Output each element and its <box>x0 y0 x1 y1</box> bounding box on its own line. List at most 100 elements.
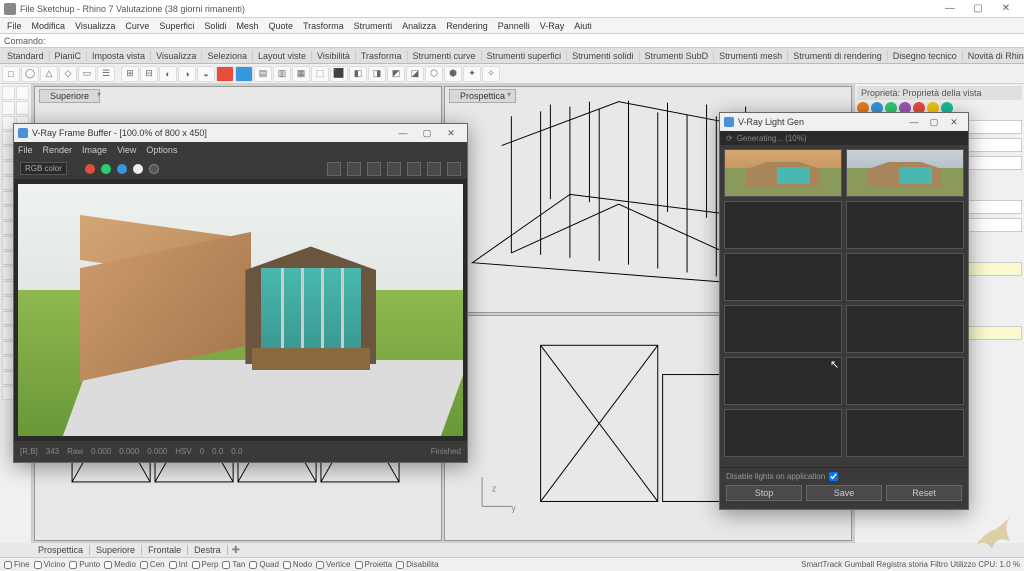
tool-icon[interactable]: ▥ <box>273 66 291 82</box>
menu-analyze[interactable]: Analizza <box>397 21 441 31</box>
tool-icon[interactable]: ☰ <box>97 66 115 82</box>
maximize-button[interactable]: ▢ <box>924 117 944 128</box>
vfb-tool-icon[interactable] <box>367 162 381 176</box>
light-preset-thumb[interactable] <box>846 253 964 301</box>
osnap-vertex[interactable]: Vertice <box>316 560 350 569</box>
vlg-titlebar[interactable]: V-Ray Light Gen — ▢ ✕ <box>720 113 968 131</box>
light-preset-thumb[interactable] <box>724 253 842 301</box>
tab-surfacetools[interactable]: Strumenti superfici <box>482 51 568 61</box>
mono-channel-icon[interactable] <box>149 164 159 174</box>
disable-lights-input[interactable] <box>829 472 838 481</box>
tool-icon[interactable]: ⬡ <box>425 66 443 82</box>
tool-icon[interactable]: ◐ <box>159 66 177 82</box>
vray-light-gen-window[interactable]: V-Ray Light Gen — ▢ ✕ ⟳ Generating... (1… <box>719 112 969 510</box>
tool-icon[interactable]: ⬛ <box>330 66 348 82</box>
tab-visibility[interactable]: Visibilità <box>312 51 356 61</box>
tab-curvetools[interactable]: Strumenti curve <box>408 51 482 61</box>
render-viewport[interactable] <box>14 180 467 440</box>
disable-lights-checkbox[interactable]: Disable lights on application <box>726 472 962 481</box>
viewport-label[interactable]: Superiore <box>39 89 100 103</box>
close-button[interactable]: ✕ <box>992 1 1020 17</box>
tab-select[interactable]: Seleziona <box>202 51 253 61</box>
green-channel-icon[interactable] <box>101 164 111 174</box>
blue-channel-icon[interactable] <box>117 164 127 174</box>
tab-display[interactable]: Visualizza <box>151 51 202 61</box>
maximize-button[interactable]: ▢ <box>415 128 439 139</box>
stop-button[interactable]: Stop <box>726 485 802 501</box>
menu-view[interactable]: Visualizza <box>70 21 120 31</box>
vfb-menu-view[interactable]: View <box>117 145 136 155</box>
channel-select[interactable]: RGB color <box>20 162 67 175</box>
tool-icon[interactable]: ▭ <box>78 66 96 82</box>
tool-icon[interactable]: ◩ <box>387 66 405 82</box>
tool-icon[interactable] <box>16 101 29 115</box>
tool-icon[interactable]: □ <box>2 66 20 82</box>
tool-icon[interactable]: ✦ <box>463 66 481 82</box>
tool-icon[interactable]: ◪ <box>406 66 424 82</box>
osnap-disable[interactable]: Disabilita <box>396 560 438 569</box>
osnap-node[interactable]: Nodo <box>283 560 312 569</box>
tool-icon[interactable]: ◑ <box>178 66 196 82</box>
viewport-tab-top[interactable]: Superiore <box>90 545 142 555</box>
close-button[interactable]: ✕ <box>944 117 964 128</box>
menu-panels[interactable]: Pannelli <box>493 21 535 31</box>
osnap-int[interactable]: Int <box>169 560 188 569</box>
tab-rendertools[interactable]: Strumenti di rendering <box>788 51 888 61</box>
tab-drafting[interactable]: Disegno tecnico <box>888 51 963 61</box>
tool-icon[interactable]: ▦ <box>292 66 310 82</box>
osnap-tan[interactable]: Tan <box>222 560 245 569</box>
chevron-down-icon[interactable]: ▾ <box>97 90 101 99</box>
white-channel-icon[interactable] <box>133 164 143 174</box>
tool-icon[interactable] <box>16 86 29 100</box>
osnap-near[interactable]: Vicino <box>34 560 66 569</box>
menu-help[interactable]: Aiuti <box>569 21 597 31</box>
menu-render[interactable]: Rendering <box>441 21 493 31</box>
tab-standard[interactable]: Standard <box>2 51 50 61</box>
close-button[interactable]: ✕ <box>439 128 463 139</box>
menu-solid[interactable]: Solidi <box>199 21 231 31</box>
vfb-menu-file[interactable]: File <box>18 145 33 155</box>
tool-icon[interactable]: ✧ <box>482 66 500 82</box>
vfb-tool-icon[interactable] <box>447 162 461 176</box>
maximize-button[interactable]: ▢ <box>964 1 992 17</box>
tool-icon[interactable]: ◧ <box>349 66 367 82</box>
vfb-menu-render[interactable]: Render <box>43 145 73 155</box>
tab-layout[interactable]: Layout viste <box>253 51 312 61</box>
red-channel-icon[interactable] <box>85 164 95 174</box>
tab-transform[interactable]: Trasforma <box>356 51 408 61</box>
menu-tools[interactable]: Strumenti <box>349 21 398 31</box>
vfb-tool-icon[interactable] <box>427 162 441 176</box>
viewport-tab-front[interactable]: Frontale <box>142 545 188 555</box>
light-preset-thumb[interactable] <box>846 357 964 405</box>
tool-icon[interactable] <box>235 66 253 82</box>
tab-subdtools[interactable]: Strumenti SubD <box>640 51 715 61</box>
menu-file[interactable]: File <box>2 21 27 31</box>
vfb-tool-icon[interactable] <box>387 162 401 176</box>
osnap-point[interactable]: Punto <box>69 560 100 569</box>
minimize-button[interactable]: — <box>391 128 415 138</box>
tool-icon[interactable]: ⊞ <box>121 66 139 82</box>
tab-setview[interactable]: Imposta vista <box>87 51 151 61</box>
vfb-titlebar[interactable]: V-Ray Frame Buffer - [100.0% of 800 x 45… <box>14 124 467 142</box>
osnap-fine[interactable]: Fine <box>4 560 30 569</box>
menu-edit[interactable]: Modifica <box>27 21 71 31</box>
osnap-quad[interactable]: Quad <box>249 560 279 569</box>
tool-icon[interactable]: ▤ <box>254 66 272 82</box>
menu-mesh[interactable]: Mesh <box>231 21 263 31</box>
tool-icon[interactable]: ◇ <box>59 66 77 82</box>
minimize-button[interactable]: — <box>904 117 924 127</box>
osnap-cen[interactable]: Cen <box>140 560 165 569</box>
vfb-tool-icon[interactable] <box>407 162 421 176</box>
menu-transform[interactable]: Trasforma <box>298 21 349 31</box>
tool-icon[interactable]: ⬢ <box>444 66 462 82</box>
tool-icon[interactable]: ◯ <box>21 66 39 82</box>
vray-frame-buffer-window[interactable]: V-Ray Frame Buffer - [100.0% of 800 x 45… <box>13 123 468 463</box>
light-preset-thumb[interactable] <box>846 305 964 353</box>
command-line[interactable]: Comando: <box>0 34 1024 48</box>
tab-meshtools[interactable]: Strumenti mesh <box>714 51 788 61</box>
tool-icon[interactable]: ⬚ <box>311 66 329 82</box>
vfb-menu-image[interactable]: Image <box>82 145 107 155</box>
tool-icon[interactable]: ◒ <box>197 66 215 82</box>
tool-icon[interactable] <box>216 66 234 82</box>
chevron-down-icon[interactable]: ▾ <box>507 90 511 99</box>
